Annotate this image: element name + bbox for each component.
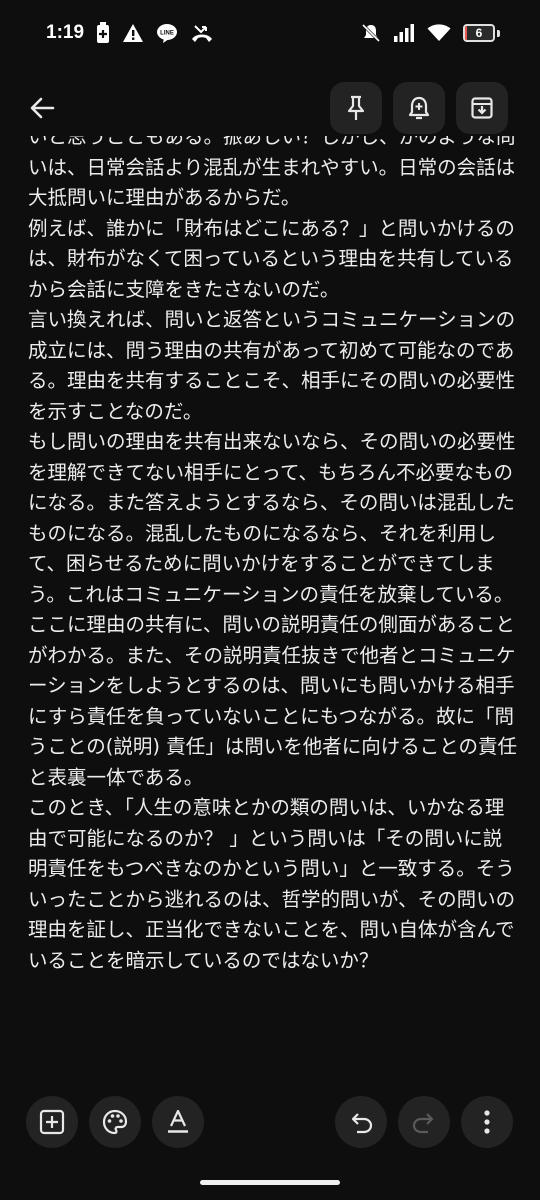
battery-body: 6 — [463, 24, 495, 42]
pin-icon — [347, 95, 365, 120]
battery-level: 6 — [475, 26, 483, 40]
redo-button[interactable] — [398, 1096, 450, 1148]
status-time: 1:19 — [46, 22, 85, 43]
status-right: 6 — [361, 23, 500, 43]
home-indicator[interactable] — [200, 1180, 340, 1185]
back-arrow-icon — [30, 97, 55, 119]
svg-text:LINE: LINE — [160, 31, 174, 37]
note-content[interactable]: いと思うこともある。振あしい？しかし、かのような問いは、日常会話より混乱が生まれ… — [28, 136, 520, 1066]
text-format-button[interactable] — [152, 1096, 204, 1148]
add-box-icon — [39, 1109, 65, 1135]
add-button[interactable] — [26, 1096, 78, 1148]
reminder-button[interactable] — [393, 82, 445, 134]
battery-cap — [497, 29, 500, 37]
background-options-button[interactable] — [89, 1096, 141, 1148]
back-button[interactable] — [20, 86, 64, 130]
note-body-text[interactable]: いと思うこともある。振あしい？しかし、かのような問いは、日常会話より混乱が生まれ… — [28, 136, 520, 976]
status-bar: 1:19 LINE 6 — [0, 0, 540, 66]
battery-saver-icon — [96, 22, 110, 44]
undo-button[interactable] — [335, 1096, 387, 1148]
note-toolbar — [0, 80, 540, 136]
archive-button[interactable] — [456, 82, 508, 134]
line-app-icon: LINE — [156, 23, 178, 43]
archive-icon — [471, 97, 493, 119]
palette-icon — [102, 1109, 128, 1135]
pin-button[interactable] — [330, 82, 382, 134]
text-format-icon — [168, 1109, 188, 1133]
warning-icon — [122, 23, 144, 43]
undo-icon — [351, 1113, 373, 1134]
signal-icon — [393, 24, 415, 42]
redo-icon — [412, 1113, 434, 1134]
reminder-bell-icon — [408, 96, 430, 120]
battery-icon: 6 — [463, 24, 500, 42]
missed-call-icon — [190, 23, 214, 43]
mute-icon — [361, 23, 381, 43]
more-options-button[interactable] — [461, 1096, 513, 1148]
status-left: 1:19 LINE — [46, 22, 214, 44]
wifi-icon — [427, 24, 451, 42]
more-vert-icon — [484, 1110, 490, 1134]
bottom-toolbar — [0, 1096, 540, 1150]
